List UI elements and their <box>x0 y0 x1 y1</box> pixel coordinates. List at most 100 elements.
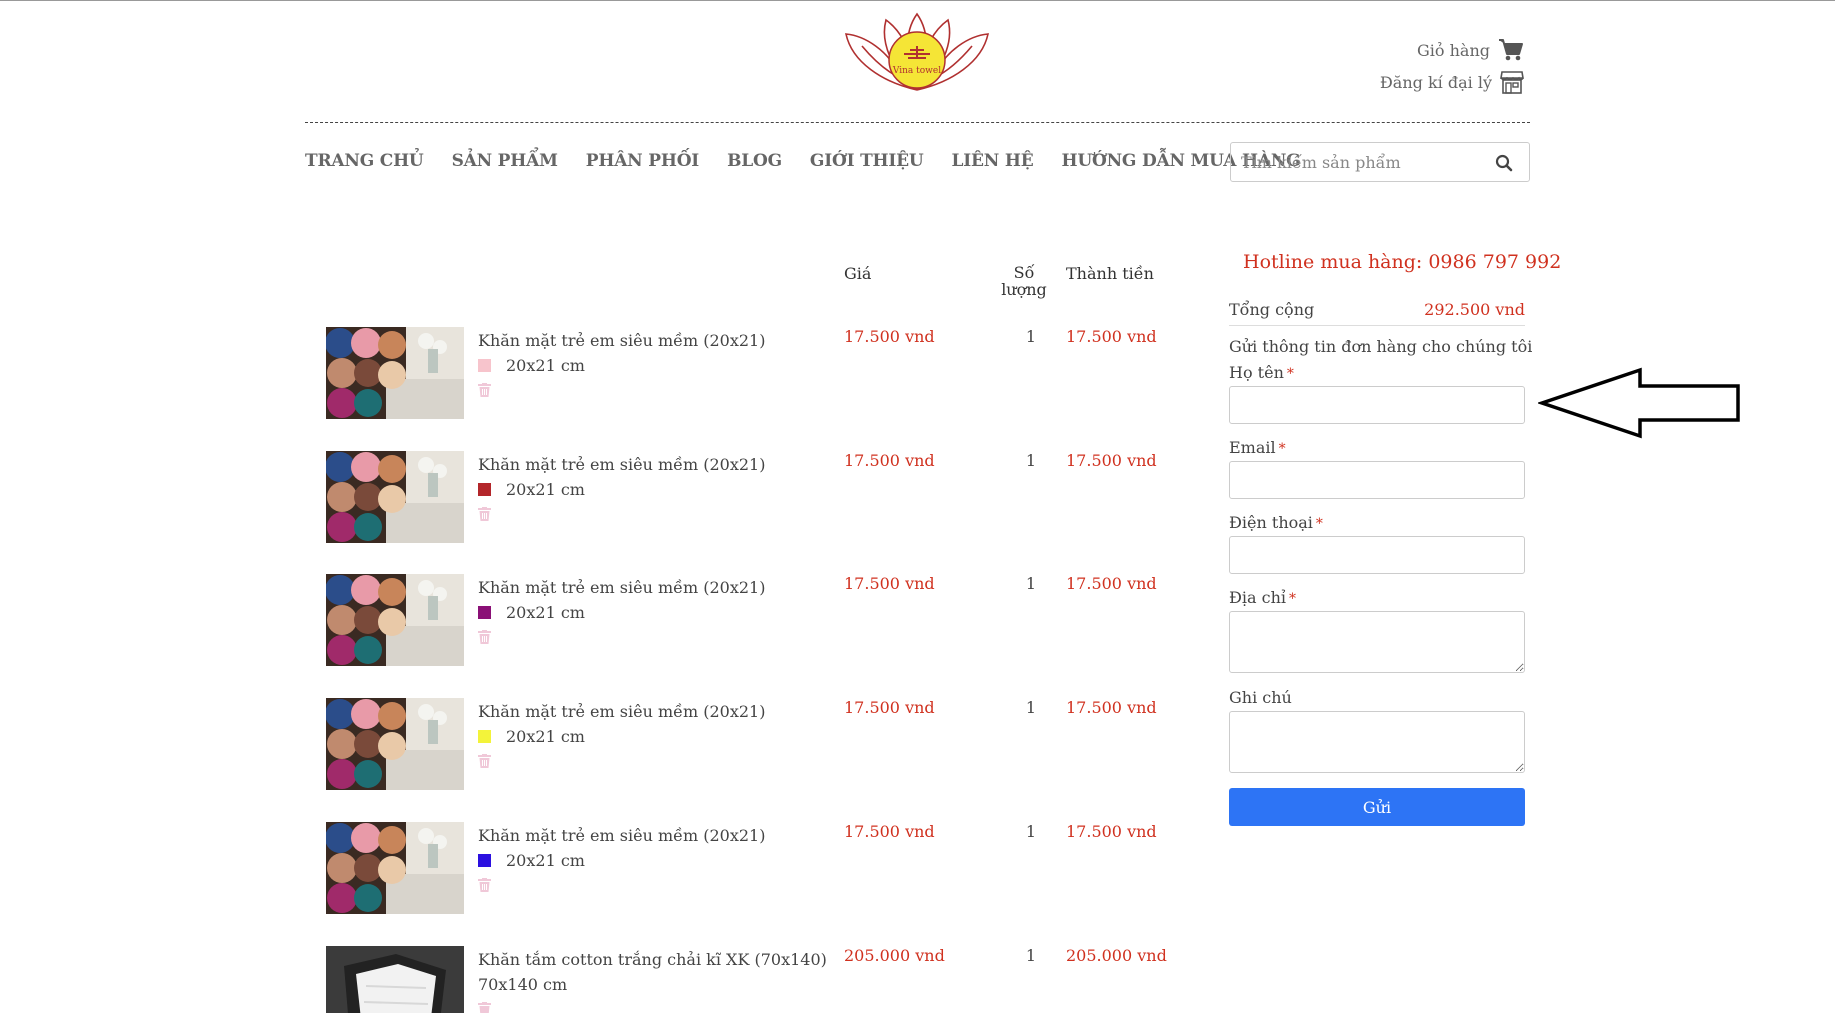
pointer-arrow-icon <box>1538 367 1740 439</box>
product-image[interactable] <box>326 574 464 666</box>
color-swatch <box>478 854 491 867</box>
product-size: 20x21 cm <box>506 603 585 622</box>
product-image[interactable] <box>326 698 464 790</box>
line-total: 17.500 vnd <box>1066 327 1157 346</box>
note-field[interactable] <box>1229 711 1525 773</box>
phone-field[interactable] <box>1229 536 1525 574</box>
total-label: Tổng cộng <box>1229 300 1315 319</box>
line-total: 17.500 vnd <box>1066 451 1157 470</box>
cart-row: Khăn mặt trẻ em siêu mềm (20x21) 20x21 c… <box>326 574 1186 674</box>
product-variant: 70x140 cm <box>478 975 567 994</box>
quantity[interactable]: 1 <box>1016 946 1046 965</box>
product-name[interactable]: Khăn mặt trẻ em siêu mềm (20x21) <box>478 578 765 597</box>
phone-label-text: Điện thoại <box>1229 513 1313 532</box>
product-variant: 20x21 cm <box>478 480 585 499</box>
product-variant: 20x21 cm <box>478 851 585 870</box>
quantity[interactable]: 1 <box>1016 698 1046 717</box>
unit-price: 205.000 vnd <box>844 946 945 965</box>
store-icon <box>1500 71 1524 94</box>
logo[interactable]: Vina towel <box>842 12 992 94</box>
cart-row: Khăn tắm cotton trắng chải kĩ XK (70x140… <box>326 946 1186 1013</box>
unit-price: 17.500 vnd <box>844 698 935 717</box>
trash-icon[interactable] <box>478 878 491 892</box>
note-label: Ghi chú <box>1229 688 1292 707</box>
quantity[interactable]: 1 <box>1016 327 1046 346</box>
trash-icon[interactable] <box>478 1002 491 1013</box>
product-name[interactable]: Khăn mặt trẻ em siêu mềm (20x21) <box>478 455 765 474</box>
color-swatch <box>478 730 491 743</box>
search-icon[interactable] <box>1495 154 1513 172</box>
product-size: 20x21 cm <box>506 356 585 375</box>
product-size: 20x21 cm <box>506 480 585 499</box>
note-label-text: Ghi chú <box>1229 688 1292 707</box>
hotline: Hotline mua hàng: 0986 797 992 <box>1243 251 1562 273</box>
required-mark: * <box>1278 441 1286 457</box>
email-field[interactable] <box>1229 461 1525 499</box>
product-name[interactable]: Khăn mặt trẻ em siêu mềm (20x21) <box>478 702 765 721</box>
submit-button[interactable]: Gửi <box>1229 788 1525 826</box>
required-mark: * <box>1315 516 1323 532</box>
lotus-logo-icon <box>844 12 990 91</box>
color-swatch <box>478 606 491 619</box>
line-total: 17.500 vnd <box>1066 822 1157 841</box>
logo-text: Vina towel <box>892 66 942 76</box>
cart-row: Khăn mặt trẻ em siêu mềm (20x21) 20x21 c… <box>326 822 1186 922</box>
search-box <box>1230 142 1530 182</box>
product-image[interactable] <box>326 451 464 543</box>
order-total: Tổng cộng 292.500 vnd <box>1229 300 1525 326</box>
nav-item-about[interactable]: GIỚI THIỆU <box>810 151 924 171</box>
unit-price: 17.500 vnd <box>844 822 935 841</box>
product-variant: 20x21 cm <box>478 727 585 746</box>
product-name[interactable]: Khăn mặt trẻ em siêu mềm (20x21) <box>478 331 765 350</box>
nav-item-blog[interactable]: BLOG <box>727 151 782 171</box>
column-header-price: Giá <box>844 264 872 283</box>
product-image[interactable] <box>326 822 464 914</box>
send-info-heading: Gửi thông tin đơn hàng cho chúng tôi <box>1229 337 1533 356</box>
trash-icon[interactable] <box>478 383 491 397</box>
address-field[interactable] <box>1229 611 1525 673</box>
column-header-qty-line2: lượng <box>1001 280 1047 299</box>
quantity[interactable]: 1 <box>1016 451 1046 470</box>
column-header-qty: Số lượng <box>1000 264 1048 298</box>
required-mark: * <box>1289 591 1297 607</box>
cart-row: Khăn mặt trẻ em siêu mềm (20x21) 20x21 c… <box>326 451 1186 551</box>
required-mark: * <box>1286 366 1294 382</box>
unit-price: 17.500 vnd <box>844 451 935 470</box>
nav-item-home[interactable]: TRANG CHỦ <box>305 151 424 171</box>
unit-price: 17.500 vnd <box>844 574 935 593</box>
nav-item-products[interactable]: SẢN PHẨM <box>452 151 558 171</box>
search-input[interactable] <box>1231 152 1481 172</box>
product-variant: 20x21 cm <box>478 603 585 622</box>
trash-icon[interactable] <box>478 754 491 768</box>
product-image[interactable] <box>326 946 464 1013</box>
cart-row: Khăn mặt trẻ em siêu mềm (20x21) 20x21 c… <box>326 327 1186 427</box>
product-name[interactable]: Khăn mặt trẻ em siêu mềm (20x21) <box>478 826 765 845</box>
email-label-text: Email <box>1229 438 1276 457</box>
top-border <box>0 0 1835 1</box>
column-header-total: Thành tiền <box>1066 264 1154 283</box>
color-swatch <box>478 359 491 372</box>
cart-link[interactable]: Giỏ hàng <box>1417 38 1524 62</box>
unit-price: 17.500 vnd <box>844 327 935 346</box>
quantity[interactable]: 1 <box>1016 822 1046 841</box>
address-label: Địa chỉ * <box>1229 588 1296 607</box>
trash-icon[interactable] <box>478 630 491 644</box>
shopping-cart-icon <box>1499 39 1523 61</box>
cart-label: Giỏ hàng <box>1416 40 1490 60</box>
agent-register-link[interactable]: Đăng kí đại lý <box>1380 70 1524 94</box>
trash-icon[interactable] <box>478 507 491 521</box>
quantity[interactable]: 1 <box>1016 574 1046 593</box>
agent-label: Đăng kí đại lý <box>1379 72 1492 92</box>
name-label-text: Họ tên <box>1229 363 1284 382</box>
cart-row: Khăn mặt trẻ em siêu mềm (20x21) 20x21 c… <box>326 698 1186 798</box>
nav-item-distribution[interactable]: PHÂN PHỐI <box>586 151 700 171</box>
email-label: Email * <box>1229 438 1286 457</box>
header-divider <box>305 122 1530 123</box>
name-field[interactable] <box>1229 386 1525 424</box>
product-variant: 20x21 cm <box>478 356 585 375</box>
nav-item-contact[interactable]: LIÊN HỆ <box>952 151 1034 171</box>
product-name[interactable]: Khăn tắm cotton trắng chải kĩ XK (70x140… <box>478 950 827 969</box>
name-label: Họ tên * <box>1229 363 1294 382</box>
product-image[interactable] <box>326 327 464 419</box>
line-total: 17.500 vnd <box>1066 698 1157 717</box>
